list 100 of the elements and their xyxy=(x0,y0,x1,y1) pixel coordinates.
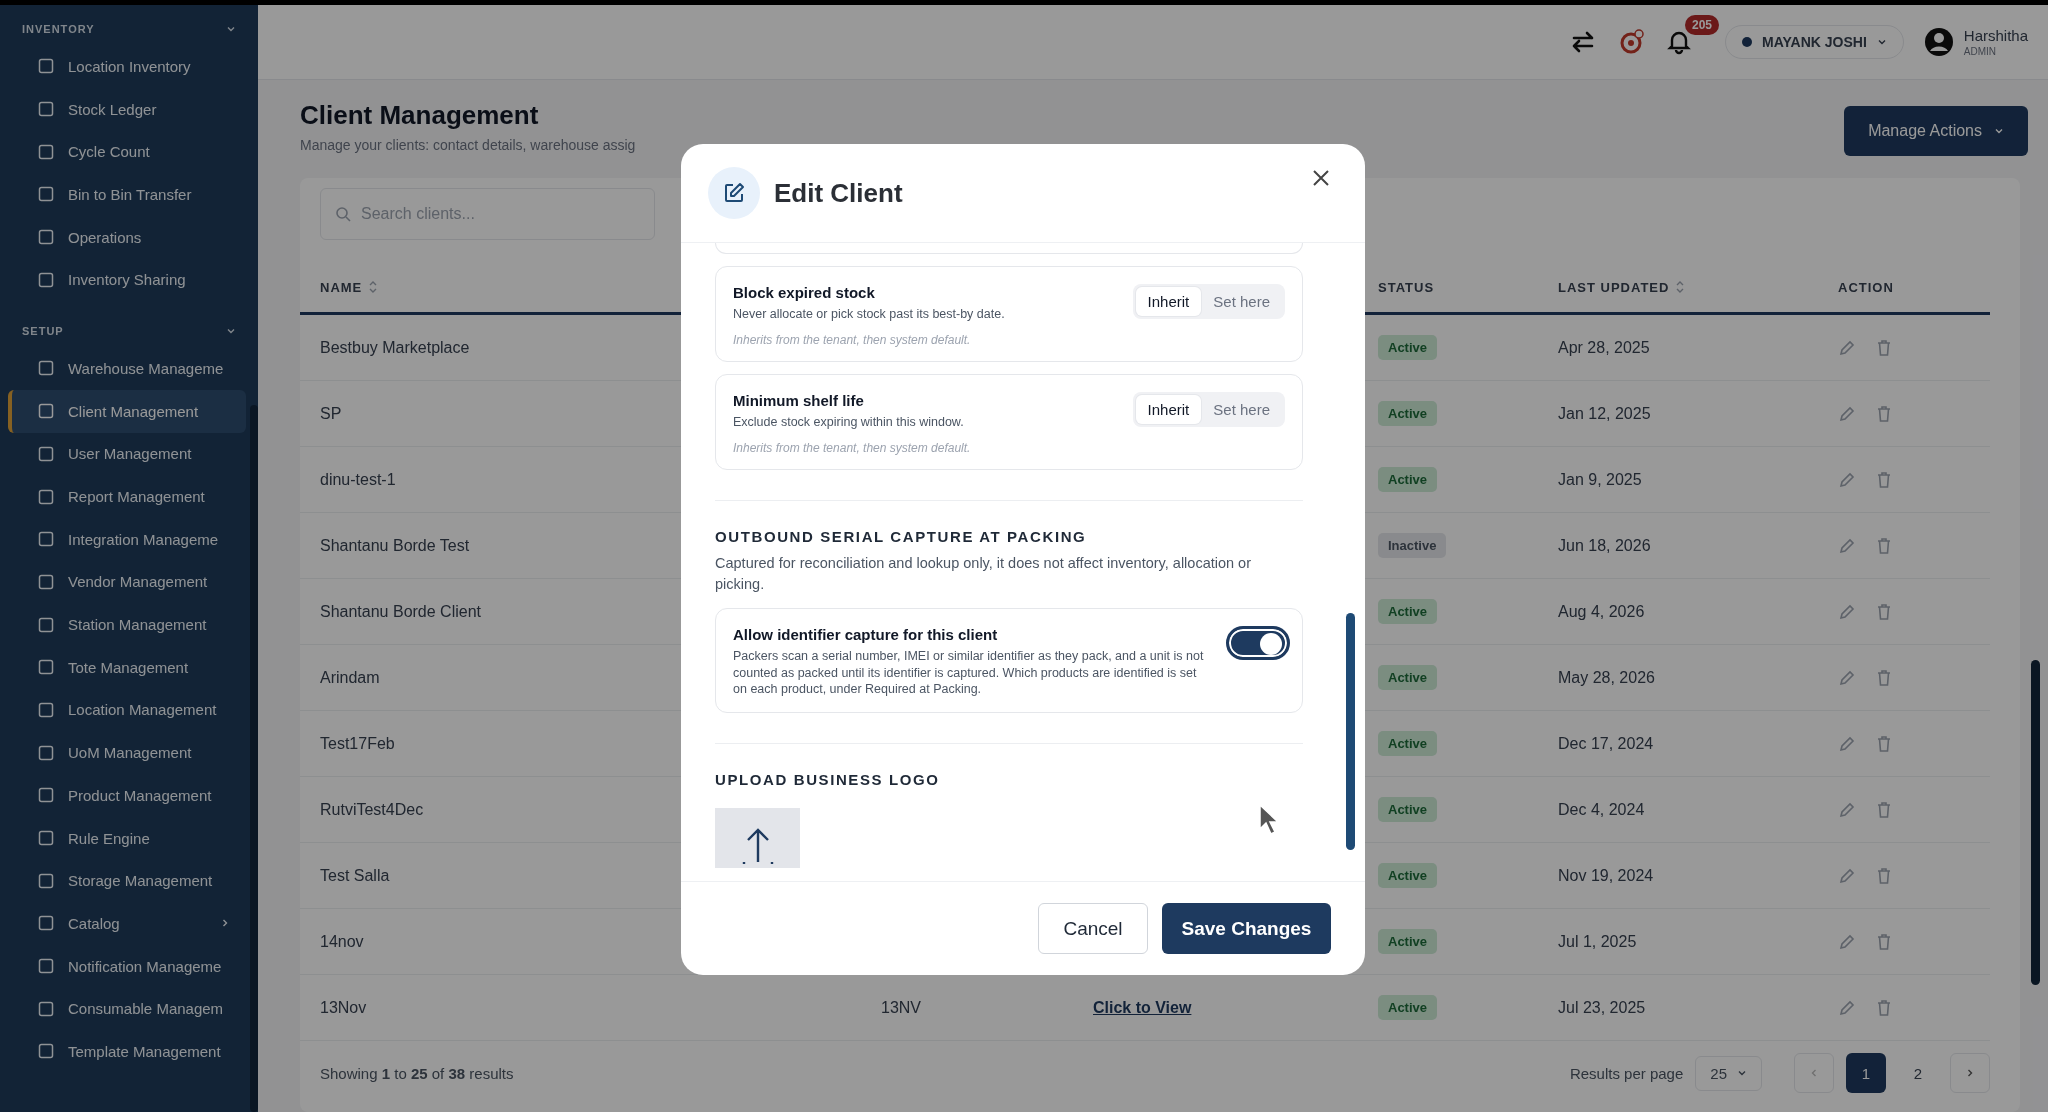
column-header[interactable]: LAST UPDATED xyxy=(1558,279,1670,295)
status-tag: Active xyxy=(1378,995,1438,1020)
trash-icon[interactable] xyxy=(1876,338,1892,357)
column-header[interactable]: NAME xyxy=(320,279,363,295)
sidebar-item[interactable]: Cycle Count xyxy=(8,130,246,174)
date-text: Aug 4, 2026 xyxy=(1558,602,1645,621)
square-icon xyxy=(38,58,54,75)
client-name: dinu-test-1 xyxy=(320,470,396,489)
per-page-select[interactable]: 25 xyxy=(1695,1055,1762,1091)
segment-option[interactable]: Inherit xyxy=(1135,287,1202,316)
chevron-icon[interactable] xyxy=(1994,126,2004,136)
sidebar-item[interactable]: Integration Manageme xyxy=(8,517,246,561)
scrollbar[interactable] xyxy=(1346,613,1355,850)
trash-icon[interactable] xyxy=(1876,734,1892,753)
pencil-icon[interactable] xyxy=(1838,998,1856,1017)
pencil-icon[interactable] xyxy=(1838,866,1856,885)
pencil-icon[interactable] xyxy=(1838,536,1856,555)
sidebar-item[interactable]: Notification Manageme xyxy=(8,944,246,988)
square-icon xyxy=(38,915,54,932)
trash-icon[interactable] xyxy=(1876,800,1892,819)
user-name: Harshitha xyxy=(1963,27,2028,44)
chevron-right-icon xyxy=(1965,1068,1975,1078)
trash-icon[interactable] xyxy=(1876,602,1892,621)
chevron-icon[interactable] xyxy=(1737,1068,1747,1078)
chevron-icon[interactable] xyxy=(1876,37,1887,47)
sidebar-item[interactable]: Report Management xyxy=(8,475,246,518)
column-header: ACTION xyxy=(1838,279,1894,295)
sort-icon[interactable] xyxy=(1675,280,1686,294)
sidebar-item[interactable]: Consumable Managem xyxy=(8,987,246,1031)
page-title: Client Management xyxy=(300,100,540,131)
setting-note: Inherits from the tenant, then system default. xyxy=(733,333,972,347)
status-tag: Active xyxy=(1378,599,1438,624)
scrollbar[interactable] xyxy=(2031,660,2040,985)
pencil-icon[interactable] xyxy=(1838,338,1856,357)
edit-icon xyxy=(708,167,760,219)
close-icon[interactable] xyxy=(1311,168,1331,188)
sidebar-item[interactable]: Operations xyxy=(8,215,246,259)
sidebar-item[interactable]: Storage Management xyxy=(8,859,246,903)
date-text: Dec 4, 2024 xyxy=(1558,800,1645,819)
sidebar-item[interactable]: Location Inventory xyxy=(8,45,246,88)
client-name: Shantanu Borde Client xyxy=(320,602,481,621)
chevron-icon[interactable] xyxy=(226,24,236,34)
sidebar-item[interactable]: Station Management xyxy=(8,603,246,646)
sidebar-item[interactable]: Rule Engine xyxy=(8,816,246,860)
chevron-left-icon xyxy=(1809,1068,1819,1078)
client-name: SP xyxy=(320,404,342,423)
toggle-switch[interactable] xyxy=(1226,626,1290,660)
trash-icon[interactable] xyxy=(1876,536,1892,555)
client-name: Shantanu Borde Test xyxy=(320,536,470,555)
sidebar-item[interactable]: Warehouse Manageme xyxy=(8,347,246,390)
column-header: STATUS xyxy=(1378,279,1435,295)
previous-page-button[interactable] xyxy=(1794,1053,1834,1093)
chevron-icon[interactable] xyxy=(220,918,230,929)
sidebar-item[interactable]: Location Management xyxy=(8,688,246,732)
square-icon xyxy=(38,488,54,505)
pencil-icon[interactable] xyxy=(1838,800,1856,819)
avatar-icon[interactable] xyxy=(1923,27,1954,57)
date-text: Jul 1, 2025 xyxy=(1558,932,1637,951)
sidebar-item[interactable]: Client Management xyxy=(8,389,246,433)
sort-icon[interactable] xyxy=(368,280,379,294)
sidebar-item[interactable]: Product Management xyxy=(8,774,246,817)
pencil-icon[interactable] xyxy=(1838,404,1856,423)
pencil-icon[interactable] xyxy=(1838,932,1856,951)
sidebar-item[interactable]: Stock Ledger xyxy=(8,87,246,131)
page-button[interactable]: 1 xyxy=(1846,1053,1886,1093)
date-text: Jan 12, 2025 xyxy=(1558,404,1651,423)
sidebar-item[interactable]: Vendor Management xyxy=(8,560,246,604)
sidebar-item[interactable]: User Management xyxy=(8,432,246,476)
next-page-button[interactable] xyxy=(1950,1053,1990,1093)
per-page-label: Results per page xyxy=(1569,1064,1684,1082)
sidebar-item[interactable]: Bin to Bin Transfer xyxy=(8,173,246,216)
pencil-icon[interactable] xyxy=(1838,602,1856,621)
segment-option[interactable]: Set here xyxy=(1201,395,1282,424)
status-tag: Active xyxy=(1378,467,1438,492)
cancel-button[interactable]: Cancel xyxy=(1038,903,1148,954)
pencil-icon[interactable] xyxy=(1838,734,1856,753)
trash-icon[interactable] xyxy=(1876,998,1892,1017)
sidebar-item[interactable]: Template Management xyxy=(8,1030,246,1073)
trash-icon[interactable] xyxy=(1876,404,1892,423)
scrollbar[interactable] xyxy=(250,405,258,1112)
manage-actions-button[interactable]: Manage Actions xyxy=(1844,106,2028,156)
pencil-icon[interactable] xyxy=(1838,668,1856,687)
sidebar-item[interactable]: UoM Management xyxy=(8,731,246,774)
trash-icon[interactable] xyxy=(1876,932,1892,951)
pencil-icon[interactable] xyxy=(1838,470,1856,489)
sidebar-item[interactable]: Tote Management xyxy=(8,645,246,689)
trash-icon[interactable] xyxy=(1876,866,1892,885)
view-link[interactable]: Click to View xyxy=(1093,998,1192,1016)
save-button[interactable]: Save Changes xyxy=(1162,903,1331,954)
segment-option[interactable]: Inherit xyxy=(1135,395,1202,424)
square-icon xyxy=(38,1000,54,1017)
trash-icon[interactable] xyxy=(1876,668,1892,687)
trash-icon[interactable] xyxy=(1876,470,1892,489)
segment-option[interactable]: Set here xyxy=(1201,287,1282,316)
sidebar-item[interactable]: Catalog xyxy=(8,902,246,945)
status-tag: Active xyxy=(1378,929,1438,954)
upload-button[interactable] xyxy=(715,807,800,868)
page-subtitle: Manage your clients: contact details, warehouse assig xyxy=(300,137,636,153)
sidebar-item[interactable]: Inventory Sharing xyxy=(8,258,246,302)
status-tag: Active xyxy=(1378,665,1438,690)
